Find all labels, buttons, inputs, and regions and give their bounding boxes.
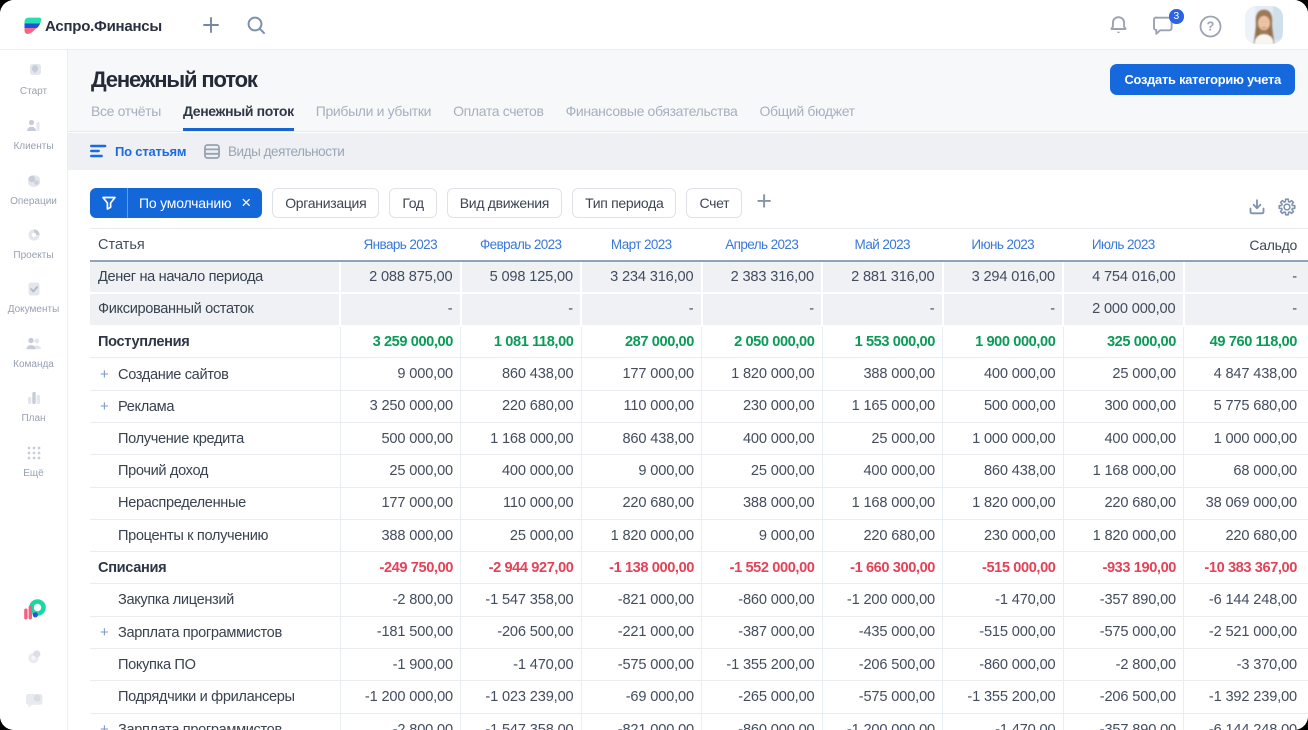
svg-text:?: ? bbox=[1207, 19, 1215, 33]
